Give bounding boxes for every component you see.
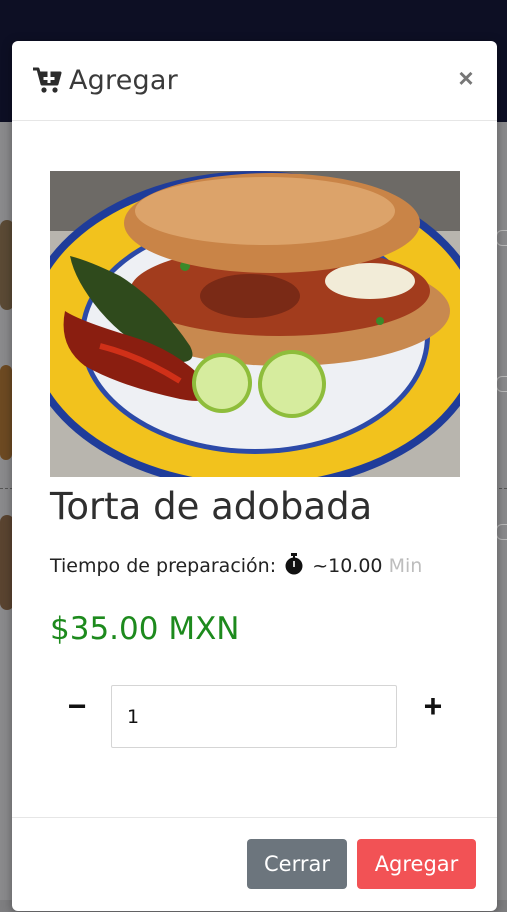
quantity-input[interactable] <box>111 685 397 748</box>
background-checkbox <box>496 230 507 246</box>
cancel-button[interactable]: Cerrar <box>247 839 347 889</box>
stopwatch-icon <box>285 553 303 575</box>
background-food-thumbnail <box>0 365 12 460</box>
quantity-decrement-button[interactable]: − <box>62 690 92 722</box>
prep-time: Tiempo de preparación: ~10.00 Min <box>50 553 422 577</box>
background-checkbox <box>496 376 507 392</box>
prep-time-label: Tiempo de preparación: <box>50 555 277 577</box>
modal-header: Agregar × <box>12 41 497 121</box>
prep-time-value: ~10.00 <box>312 555 383 577</box>
modal-footer: Cerrar Agregar <box>12 817 497 912</box>
cart-plus-icon <box>33 67 62 93</box>
prep-time-unit: Min <box>388 555 423 577</box>
add-to-cart-button[interactable]: Agregar <box>357 839 476 889</box>
modal-title: Agregar <box>69 65 178 96</box>
close-icon[interactable]: × <box>455 65 477 91</box>
product-price: $35.00 MXN <box>50 611 240 647</box>
product-name: Torta de adobada <box>50 485 373 528</box>
add-to-cart-modal: Agregar × Torta de adobada Tiempo de pre… <box>12 41 497 911</box>
quantity-increment-button[interactable]: + <box>418 690 448 722</box>
background-checkbox <box>496 524 507 540</box>
product-image <box>50 171 460 477</box>
